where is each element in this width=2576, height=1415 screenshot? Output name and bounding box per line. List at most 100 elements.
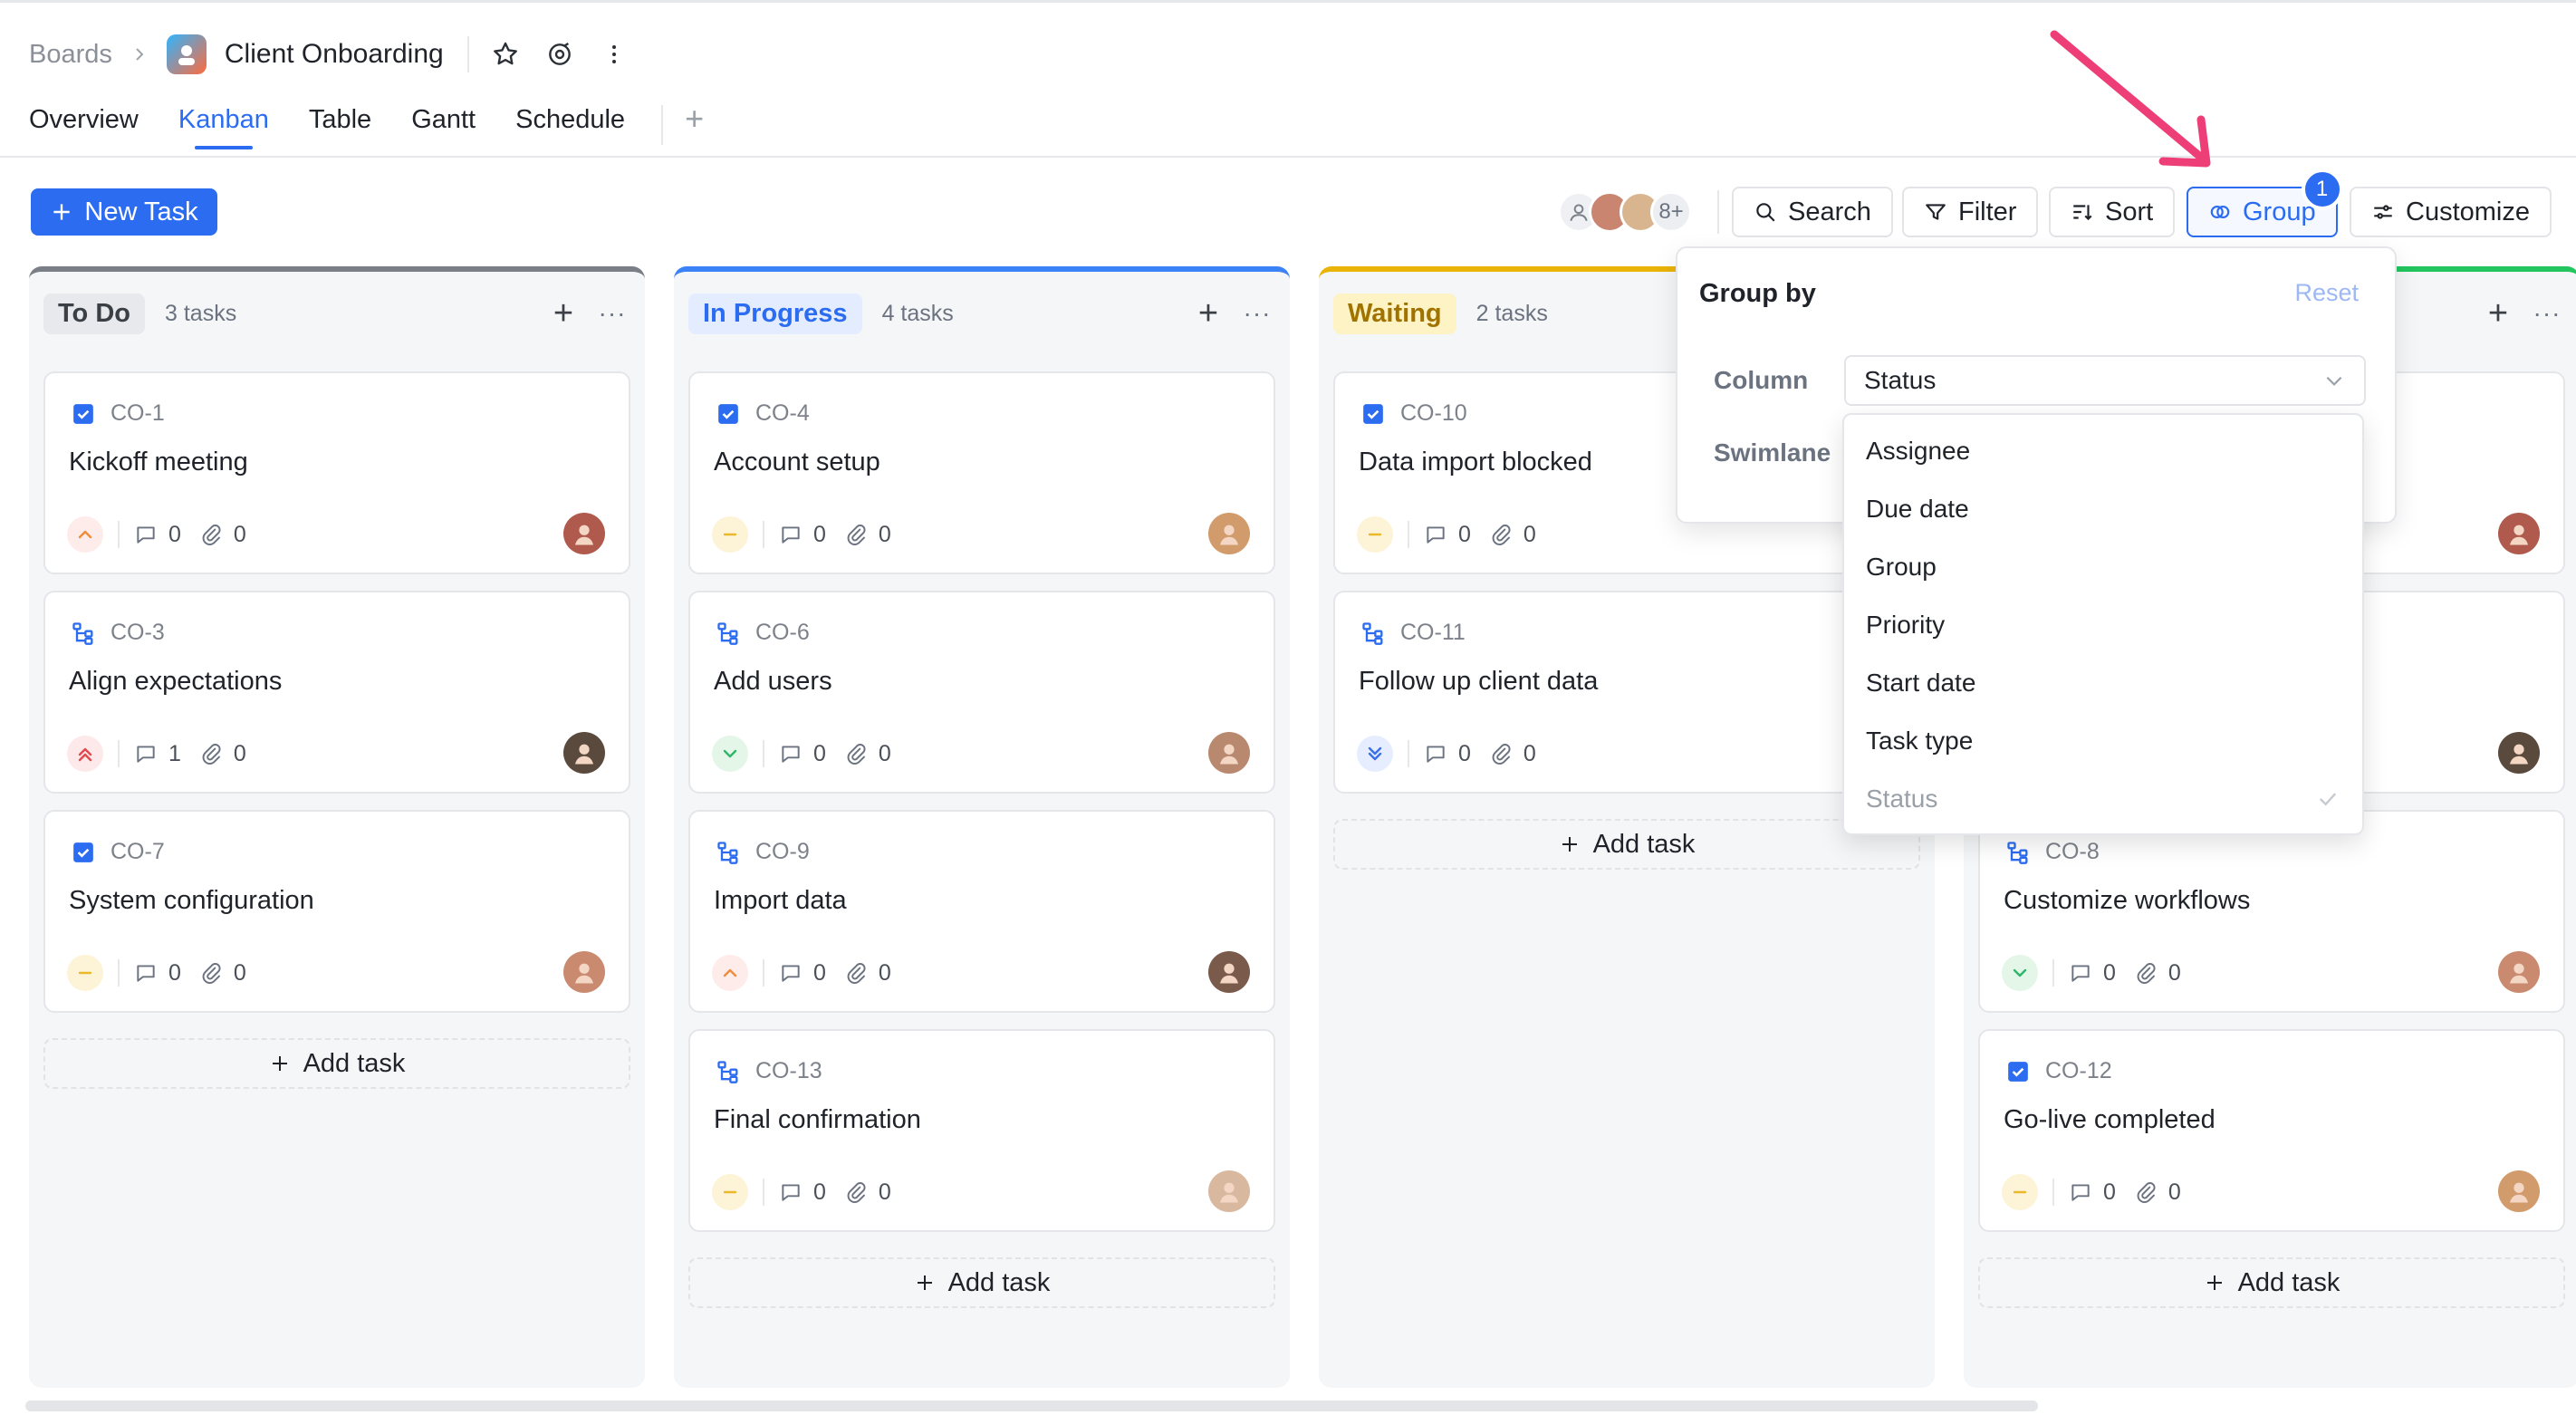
subtask-type-icon xyxy=(71,621,96,646)
plus-icon xyxy=(917,1275,932,1290)
task-card[interactable]: CO-12 Go-live completed 0 0 xyxy=(1978,1029,2565,1232)
add-task-label: Add task xyxy=(947,1267,1051,1297)
task-card[interactable]: CO-11 Follow up client data 0 0 xyxy=(1333,591,1920,794)
task-card[interactable]: CO-9 Import data 0 0 xyxy=(688,810,1275,1013)
task-card[interactable]: CO-3 Align expectations 1 0 xyxy=(43,591,630,794)
column-label: Column xyxy=(1714,366,1809,394)
attachment-count: 0 xyxy=(2167,959,2181,986)
comment-icon xyxy=(137,526,155,544)
card-id: CO-11 xyxy=(1400,620,1466,645)
task-card[interactable]: CO-7 System configuration 0 0 xyxy=(43,810,630,1013)
meta-divider xyxy=(118,521,120,548)
chevron-right-icon xyxy=(130,45,149,63)
board-logo-icon xyxy=(166,34,207,74)
priority-icon[interactable] xyxy=(67,736,103,772)
option-priority[interactable]: Priority xyxy=(1844,596,2362,654)
add-card-icon[interactable]: + xyxy=(2480,294,2516,333)
sort-button[interactable]: Sort xyxy=(2049,187,2176,237)
assignee-avatar[interactable] xyxy=(563,513,605,554)
card-id-row: CO-10 xyxy=(1360,400,1467,427)
star-icon[interactable] xyxy=(487,36,524,72)
more-members-count: 8+ xyxy=(1650,191,1692,233)
priority-icon[interactable] xyxy=(712,516,748,553)
task-card[interactable]: CO-4 Account setup 0 0 xyxy=(688,371,1275,574)
tab-kanban[interactable]: Kanban xyxy=(178,105,269,149)
comment-icon xyxy=(2071,1184,2090,1201)
add-task-button[interactable]: Add task xyxy=(1333,819,1920,870)
reset-button[interactable]: Reset xyxy=(2294,279,2359,307)
priority-icon[interactable] xyxy=(1357,516,1393,553)
card-id: CO-10 xyxy=(1400,400,1467,426)
column-in-progress: In Progress 4 tasks + ··· CO-4 Account s… xyxy=(674,266,1290,1388)
card-meta: 0 0 xyxy=(712,516,891,553)
task-card[interactable]: CO-13 Final confirmation 0 0 xyxy=(688,1029,1275,1232)
task-type-icon xyxy=(71,401,96,427)
customize-button[interactable]: Customize xyxy=(2350,187,2552,237)
tab-gantt[interactable]: Gantt xyxy=(411,105,476,149)
assignee-avatar[interactable] xyxy=(1208,513,1250,554)
check-icon xyxy=(2320,793,2337,806)
plus-icon xyxy=(1562,837,1577,852)
more-horizontal-icon[interactable]: ··· xyxy=(2529,299,2565,328)
group-button[interactable]: Group 1 xyxy=(2187,168,2343,237)
filter-button[interactable]: Filter xyxy=(1902,187,2039,237)
column-select[interactable]: Status xyxy=(1844,355,2366,406)
assignee-avatar[interactable] xyxy=(563,951,605,993)
attachment-count: 0 xyxy=(878,1179,891,1205)
assignee-avatar[interactable] xyxy=(1208,951,1250,993)
priority-icon[interactable] xyxy=(712,736,748,772)
tab-overview[interactable]: Overview xyxy=(29,105,139,149)
priority-icon[interactable] xyxy=(67,516,103,553)
horizontal-scrollbar[interactable] xyxy=(25,1401,2038,1411)
task-type-icon xyxy=(716,401,741,427)
tab-schedule[interactable]: Schedule xyxy=(515,105,625,149)
meta-divider xyxy=(2052,1179,2054,1206)
add-view-icon[interactable]: + xyxy=(685,102,704,135)
filter-label: Filter xyxy=(1958,197,2017,226)
priority-icon[interactable] xyxy=(2002,955,2038,991)
add-card-icon[interactable]: + xyxy=(1190,294,1226,333)
assignee-avatar[interactable] xyxy=(2498,732,2540,774)
assignee-avatar[interactable] xyxy=(2498,513,2540,554)
task-card[interactable]: CO-6 Add users 0 0 xyxy=(688,591,1275,794)
priority-icon[interactable] xyxy=(67,955,103,991)
priority-icon[interactable] xyxy=(2002,1174,2038,1210)
more-horizontal-icon[interactable]: ··· xyxy=(1239,299,1275,328)
add-task-button[interactable]: Add task xyxy=(43,1038,630,1089)
search-button[interactable]: Search xyxy=(1732,187,1893,237)
card-id-row: CO-3 xyxy=(71,620,165,646)
priority-icon[interactable] xyxy=(712,955,748,991)
option-assignee[interactable]: Assignee xyxy=(1844,422,2362,480)
option-due-date[interactable]: Due date xyxy=(1844,480,2362,538)
option-task-type[interactable]: Task type xyxy=(1844,712,2362,770)
sliders-icon xyxy=(2374,205,2392,219)
meta-divider xyxy=(763,1179,764,1206)
new-task-button[interactable]: New Task xyxy=(31,188,217,236)
comment-icon xyxy=(782,526,800,544)
option-start-date[interactable]: Start date xyxy=(1844,654,2362,712)
more-horizontal-icon[interactable]: ··· xyxy=(594,299,630,328)
add-task-button[interactable]: Add task xyxy=(1978,1257,2565,1308)
option-group[interactable]: Group xyxy=(1844,538,2362,596)
meta-divider xyxy=(763,740,764,767)
assignee-avatar[interactable] xyxy=(2498,951,2540,993)
priority-icon[interactable] xyxy=(1357,736,1393,772)
task-type-icon xyxy=(71,840,96,865)
tab-table[interactable]: Table xyxy=(309,105,371,149)
more-vertical-icon[interactable] xyxy=(596,36,632,72)
assignee-avatar[interactable] xyxy=(1208,1170,1250,1212)
add-card-icon[interactable]: + xyxy=(545,294,582,333)
watch-icon[interactable] xyxy=(542,36,578,72)
assignee-avatar[interactable] xyxy=(563,732,605,774)
search-icon xyxy=(1756,203,1775,222)
assignee-avatar[interactable] xyxy=(1208,732,1250,774)
task-card[interactable]: CO-8 Customize workflows 0 0 xyxy=(1978,810,2565,1013)
priority-icon[interactable] xyxy=(712,1174,748,1210)
option-status[interactable]: Status xyxy=(1844,770,2362,828)
card-id-row: CO-6 xyxy=(716,620,810,646)
member-avatars[interactable]: 8+ xyxy=(1558,188,1692,236)
breadcrumb-boards-link[interactable]: Boards xyxy=(29,40,112,70)
add-task-button[interactable]: Add task xyxy=(688,1257,1275,1308)
assignee-avatar[interactable] xyxy=(2498,1170,2540,1212)
task-card[interactable]: CO-1 Kickoff meeting 0 0 xyxy=(43,371,630,574)
